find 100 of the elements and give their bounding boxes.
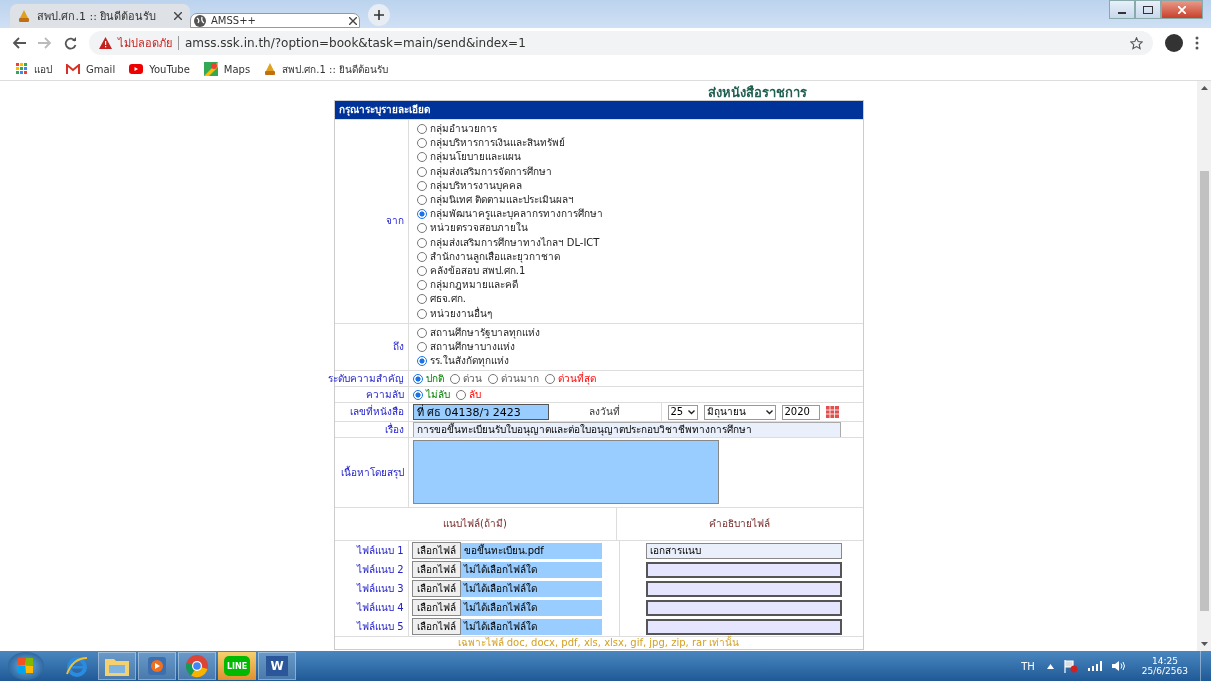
browser-tab[interactable]: สพป.ศก.1 :: ยินดีต้อนรับ [10,4,190,28]
maximize-button[interactable] [1135,0,1161,19]
bookmark-item[interactable]: แอป [16,61,52,77]
description-field[interactable] [645,561,842,578]
radio-button[interactable] [416,265,427,276]
radio-button[interactable] [416,356,427,367]
bookmark-item[interactable]: Gmail [66,63,116,75]
show-hidden-icon[interactable] [1046,663,1054,669]
choose-file-button[interactable]: เลือกไฟล์ [411,561,461,579]
field-label: เลขที่หนังสือ [349,406,404,419]
taskbar-app[interactable] [138,652,176,680]
browser-tab[interactable]: AMSS++ [190,13,360,28]
back-icon[interactable] [12,37,26,49]
radio-button[interactable] [416,327,427,338]
subject-field[interactable]: การขอขึ้นทะเบียนรับใบอนุญาตและต่อใบอนุญาตประกอบวิชาชีพทางการศึกษา [412,421,841,438]
radio-button[interactable] [544,373,555,384]
emblem-icon [18,9,30,23]
month-select[interactable]: มิถุนายน [703,404,776,420]
address-bar[interactable]: ไม่ปลอดภัย amss.ssk.in.th/?option=book&task=main/send&index=1 [89,31,1153,55]
radio-button[interactable] [416,341,427,352]
radio-button[interactable] [416,294,427,305]
option-label: กลุ่มนโยบายและแผน [429,151,521,164]
choose-file-button[interactable]: เลือกไฟล์ [411,599,461,617]
radio-button[interactable] [416,308,427,319]
taskbar-app[interactable]: W [258,652,296,680]
option-label: ศธจ.ศก. [429,293,466,306]
document-number-field[interactable]: ที่ ศธ 04138/ว 2423 [412,404,549,421]
radio-button[interactable] [416,223,427,234]
radio-button[interactable] [416,138,427,149]
radio-button[interactable] [416,209,427,220]
option-label: สถานศึกษารัฐบาลทุกแห่ง [429,326,540,339]
summary-textarea[interactable] [412,440,719,505]
menu-icon[interactable] [1195,36,1199,50]
taskbar-app[interactable] [178,652,216,680]
radio-button[interactable] [412,389,423,400]
flag-icon[interactable] [1063,659,1078,673]
description-field[interactable] [645,580,842,597]
radio-button[interactable] [416,124,427,135]
option-label: ปกติ [425,372,444,385]
new-tab-button[interactable] [368,4,390,26]
volume-icon[interactable] [1111,660,1126,672]
taskbar-app[interactable] [98,652,136,680]
day-select[interactable]: 25 [667,404,698,420]
field-label: เนื้อหาโดยสรุป [340,466,404,479]
column-header: แนบไฟล์(ถ้ามี) [443,518,507,531]
radio-button[interactable] [416,195,427,206]
radio-button[interactable] [455,389,466,400]
start-button[interactable] [8,652,44,680]
page-title: ส่งหนังสือราชการ [706,84,808,100]
radio-button[interactable] [416,166,427,177]
field-label: เรื่อง [384,423,404,436]
option-label: กลุ่มส่งเสริมการจัดการศึกษา [429,165,552,178]
radio-button[interactable] [416,152,427,163]
bookmark-item[interactable]: YouTube [129,63,190,75]
close-window-button[interactable] [1161,0,1203,19]
tab-title: สพป.ศก.1 :: ยินดีต้อนรับ [37,9,158,25]
security-label: ไม่ปลอดภัย [118,36,172,52]
apps-grid-icon [16,63,28,75]
bookmark-item[interactable]: Maps [203,62,251,76]
radio-button[interactable] [412,373,423,384]
star-icon[interactable] [1130,36,1143,50]
profile-avatar[interactable] [1165,34,1183,52]
option-label: ด่วนมาก [500,372,539,385]
description-field[interactable] [645,599,842,616]
description-field[interactable]: เอกสารแนบ [645,542,842,559]
calendar-icon[interactable] [825,406,839,419]
year-field[interactable]: 2020 [781,404,820,420]
chat-app-icon: LINE [224,656,250,676]
radio-button[interactable] [449,373,460,384]
description-field[interactable] [645,618,842,635]
clock[interactable]: 14:25 25/6/2563 [1141,656,1188,676]
minimize-button[interactable] [1109,0,1135,19]
option-label: ด่วนที่สุด [557,372,596,385]
bookmark-label: Gmail [86,63,116,75]
bookmark-item[interactable]: สพป.ศก.1 :: ยินดีต้อนรับ [264,61,388,77]
reload-icon[interactable] [64,36,77,50]
radio-button[interactable] [416,280,427,291]
radio-button[interactable] [416,251,427,262]
option-label: ลับ [468,388,481,401]
browser-e-icon [65,654,89,678]
choose-file-button[interactable]: เลือกไฟล์ [411,580,461,598]
radio-button[interactable] [487,373,498,384]
radio-button[interactable] [416,237,427,248]
file-name: ไม่ได้เลือกไฟล์ใด [463,620,537,633]
bookmark-label: Maps [223,63,251,75]
file-name: ไม่ได้เลือกไฟล์ใด [463,582,537,595]
scrollbar[interactable] [1197,81,1211,651]
signal-icon[interactable] [1087,661,1102,671]
close-icon[interactable] [174,12,182,20]
file-name: ไม่ได้เลือกไฟล์ใด [463,601,537,614]
file-name: ไม่ได้เลือกไฟล์ใด [463,563,537,576]
option-label: คลังข้อสอบ สพป.ศก.1 [429,264,526,277]
close-icon[interactable] [349,16,357,25]
choose-file-button[interactable]: เลือกไฟล์ [411,542,461,560]
url-text: amss.ssk.in.th/?option=book&task=main/send&index=1 [185,36,526,50]
caret-icon [687,409,695,415]
language-indicator[interactable]: TH [1021,660,1035,672]
radio-button[interactable] [416,180,427,191]
field-label: ระดับความสำคัญ [327,372,404,385]
choose-file-button[interactable]: เลือกไฟล์ [411,618,461,636]
